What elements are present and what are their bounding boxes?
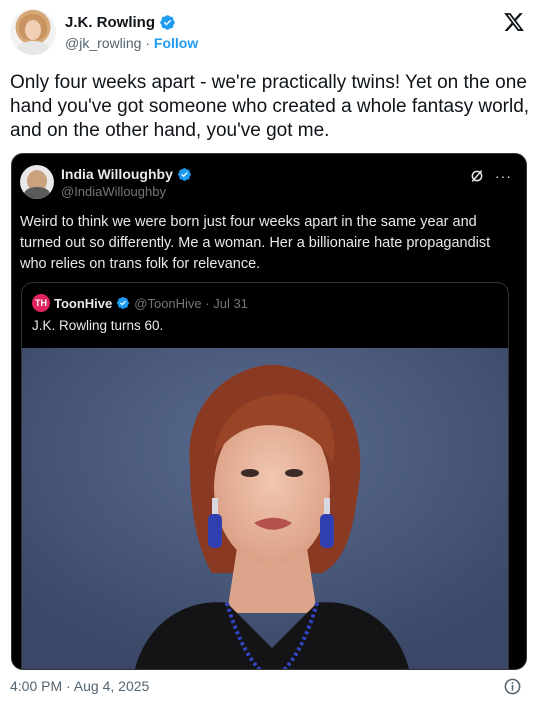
author-handle-row: @jk_rowling · Follow: [65, 33, 198, 53]
quoted-tweet-text: Weird to think we were born just four we…: [20, 214, 491, 272]
nested-quoted-header: TH ToonHive @ToonHive · Jul 31: [32, 294, 248, 312]
toonhive-avatar[interactable]: TH: [32, 294, 50, 312]
verified-badge-icon: [177, 168, 191, 181]
x-logo-icon[interactable]: [503, 11, 525, 33]
quoted-display-name-row[interactable]: India Willoughby: [61, 166, 192, 183]
quoted-media-photo[interactable]: [22, 348, 508, 669]
info-icon[interactable]: [503, 677, 522, 696]
tweet-text: Only four weeks apart - we're practicall…: [10, 72, 530, 141]
verified-badge-icon: [117, 297, 130, 309]
nested-handle-date[interactable]: @ToonHive · Jul 31: [134, 296, 248, 311]
verified-badge-icon: [160, 15, 175, 30]
quoted-author-names: India Willoughby @IndiaWilloughby: [61, 166, 192, 200]
author-handle[interactable]: @jk_rowling: [65, 35, 141, 51]
quoted-display-name[interactable]: India Willoughby: [61, 166, 173, 183]
portrait-image: [22, 348, 508, 669]
quoted-tweet-card[interactable]: India Willoughby @IndiaWilloughby ··· We…: [11, 153, 527, 670]
handle-separator: ·: [145, 35, 151, 51]
tweet-timestamp[interactable]: 4:00 PM · Aug 4, 2025: [10, 678, 149, 694]
nested-quoted-tweet-card[interactable]: TH ToonHive @ToonHive · Jul 31 J.K. Rowl…: [21, 282, 509, 669]
nested-quoted-text: J.K. Rowling turns 60.: [32, 318, 164, 333]
quoted-actions: ···: [469, 168, 512, 184]
tweet-header: J.K. Rowling @jk_rowling · Follow: [10, 9, 529, 59]
author-display-name-row[interactable]: J.K. Rowling: [65, 13, 198, 32]
quoted-handle[interactable]: @IndiaWilloughby: [61, 183, 192, 200]
author-names: J.K. Rowling @jk_rowling · Follow: [65, 13, 198, 53]
author-display-name[interactable]: J.K. Rowling: [65, 13, 155, 32]
more-options-icon[interactable]: ···: [495, 168, 512, 184]
follow-button[interactable]: Follow: [154, 35, 198, 51]
quoted-author-avatar[interactable]: [20, 165, 54, 199]
nested-display-name[interactable]: ToonHive: [54, 296, 112, 311]
author-avatar[interactable]: [10, 9, 56, 55]
grok-icon[interactable]: [469, 168, 485, 184]
